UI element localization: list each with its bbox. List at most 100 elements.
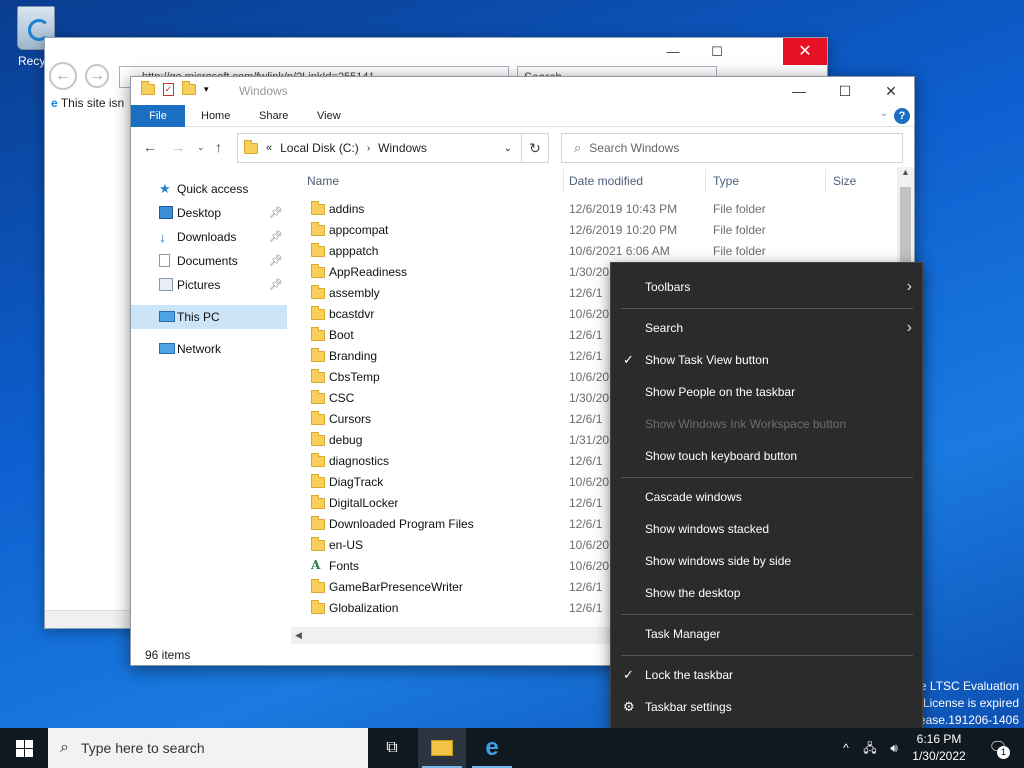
breadcrumb-windows[interactable]: Windows: [378, 141, 427, 155]
menu-item-show-task-view[interactable]: ✓ Show Task View button: [611, 345, 922, 375]
column-header-date[interactable]: Date modified: [569, 167, 643, 195]
clock-date: 1/30/2022: [912, 749, 966, 763]
computer-icon: [159, 311, 175, 322]
explorer-titlebar[interactable]: ✓ ▾ Windows — ☐ ✕: [131, 77, 914, 105]
address-dropdown-icon[interactable]: ⌄: [504, 143, 512, 154]
maximize-button[interactable]: ☐: [822, 77, 868, 105]
recent-locations-icon[interactable]: ⌄: [197, 142, 205, 153]
menu-item-search[interactable]: Search ›: [611, 313, 922, 343]
column-separator[interactable]: [705, 169, 706, 193]
breadcrumb-local-disk[interactable]: Local Disk (C:): [280, 141, 359, 155]
tab-home[interactable]: Home: [187, 105, 244, 127]
menu-item-cascade[interactable]: Cascade windows: [611, 482, 922, 512]
sidebar-item-this-pc[interactable]: This PC: [131, 305, 287, 329]
address-folder-icon: [244, 139, 258, 154]
menu-item-taskbar-settings[interactable]: ⚙ Taskbar settings: [611, 692, 922, 722]
minimize-button[interactable]: —: [776, 77, 822, 105]
properties-icon[interactable]: ✓: [163, 83, 174, 96]
checkmark-icon: ✓: [623, 667, 634, 682]
menu-item-label: Show the desktop: [645, 586, 741, 600]
file-name: Fonts: [329, 559, 360, 573]
pin-icon[interactable]: 📌︎: [269, 201, 283, 225]
sidebar-item-documents[interactable]: Documents 📌︎: [131, 249, 287, 273]
sidebar-item-label: Network: [177, 342, 222, 356]
folder-icon: [311, 201, 325, 215]
scroll-up-icon[interactable]: ▲: [897, 167, 914, 177]
help-icon[interactable]: ?: [894, 108, 910, 124]
ie-back-button[interactable]: ←: [49, 62, 77, 90]
task-view-button[interactable]: ⧉: [368, 728, 416, 768]
show-hidden-icons-button[interactable]: ^: [836, 728, 856, 768]
column-header-size[interactable]: Size: [833, 167, 856, 195]
sidebar-item-pictures[interactable]: Pictures 📌︎: [131, 273, 287, 297]
file-name: en-US: [329, 538, 364, 552]
volume-icon[interactable]: 🔊︎: [882, 728, 906, 768]
file-name: Boot: [329, 328, 354, 342]
file-date: 12/6/1: [569, 580, 603, 594]
start-button[interactable]: [0, 728, 48, 768]
taskbar[interactable]: ⌕ Type here to search ⧉ e ^ 🖧︎ 🔊︎ 6:16 P…: [0, 728, 1024, 768]
taskbar-internet-explorer[interactable]: e: [468, 728, 516, 768]
taskbar-search-box[interactable]: ⌕ Type here to search: [48, 728, 368, 768]
scrollbar-thumb[interactable]: [900, 187, 911, 267]
menu-separator: [621, 614, 913, 615]
quick-access-toolbar: ✓ ▾: [141, 81, 209, 96]
action-center-button[interactable]: 🗨︎ 1: [978, 728, 1018, 768]
ie-forward-button[interactable]: →: [85, 64, 109, 88]
pin-icon[interactable]: 📌︎: [269, 273, 283, 297]
pin-icon[interactable]: 📌︎: [269, 225, 283, 249]
sidebar-item-downloads[interactable]: ↓ Downloads 📌︎: [131, 225, 287, 249]
address-bar[interactable]: « Local Disk (C:) › Windows ⌄: [237, 133, 549, 163]
refresh-button[interactable]: ↻: [521, 133, 549, 163]
folder-icon: [311, 222, 325, 236]
ie-close-button[interactable]: ✕: [783, 38, 827, 65]
ie-maximize-button[interactable]: ☐: [695, 38, 739, 65]
ie-tab[interactable]: e This site isn: [45, 92, 130, 116]
column-header-type[interactable]: Type: [713, 167, 739, 195]
forward-button[interactable]: →: [171, 139, 185, 155]
column-separator[interactable]: [825, 169, 826, 193]
sidebar-item-network[interactable]: Network: [131, 337, 287, 361]
customize-toolbar-icon[interactable]: ▾: [204, 84, 209, 95]
menu-item-side-by-side[interactable]: Show windows side by side: [611, 546, 922, 576]
menu-item-toolbars[interactable]: Toolbars ›: [611, 272, 922, 302]
search-icon: ⌕: [574, 140, 582, 155]
column-separator[interactable]: [563, 169, 564, 193]
ie-minimize-button[interactable]: —: [651, 38, 695, 65]
file-name: CbsTemp: [329, 370, 380, 384]
column-header-name[interactable]: Name: [307, 167, 339, 195]
close-button[interactable]: ✕: [868, 77, 914, 105]
search-box[interactable]: ⌕ Search Windows: [561, 133, 903, 163]
pin-icon[interactable]: 📌︎: [269, 249, 283, 273]
menu-item-show-desktop[interactable]: Show the desktop: [611, 578, 922, 608]
file-row[interactable]: addins 12/6/2019 10:43 PM File folder: [301, 199, 901, 220]
back-button[interactable]: ←: [143, 139, 157, 155]
tab-file[interactable]: File: [131, 105, 185, 127]
menu-item-label: Taskbar settings: [645, 700, 732, 714]
file-row[interactable]: apppatch 10/6/2021 6:06 AM File folder: [301, 241, 901, 262]
menu-item-show-touch-keyboard[interactable]: Show touch keyboard button: [611, 441, 922, 471]
network-tray-icon[interactable]: 🖧︎: [858, 728, 882, 768]
menu-item-task-manager[interactable]: Task Manager: [611, 619, 922, 649]
menu-item-stacked[interactable]: Show windows stacked: [611, 514, 922, 544]
sidebar-item-quick-access[interactable]: ★ Quick access: [131, 177, 287, 201]
expand-ribbon-icon[interactable]: ⌄: [880, 108, 888, 119]
sidebar-item-desktop[interactable]: Desktop 📌︎: [131, 201, 287, 225]
chevron-double-left-icon[interactable]: «: [266, 142, 272, 154]
file-name: DiagTrack: [329, 475, 384, 489]
up-button[interactable]: ↑: [215, 139, 222, 155]
tab-share[interactable]: Share: [245, 105, 302, 127]
clock[interactable]: 6:16 PM 1/30/2022: [904, 731, 974, 765]
font-icon: A: [311, 558, 321, 572]
menu-item-lock-taskbar[interactable]: ✓ Lock the taskbar: [611, 660, 922, 690]
file-name: Downloaded Program Files: [329, 517, 474, 531]
new-folder-icon[interactable]: [182, 81, 196, 95]
tab-view[interactable]: View: [303, 105, 355, 127]
breadcrumb-separator-icon[interactable]: ›: [367, 143, 370, 154]
file-row[interactable]: appcompat 12/6/2019 10:20 PM File folder: [301, 220, 901, 241]
menu-item-show-people[interactable]: Show People on the taskbar: [611, 377, 922, 407]
taskbar-file-explorer[interactable]: [418, 728, 466, 768]
file-date: 12/6/2019 10:20 PM: [569, 223, 678, 237]
document-icon: [159, 254, 170, 267]
file-date: 12/6/1: [569, 286, 603, 300]
